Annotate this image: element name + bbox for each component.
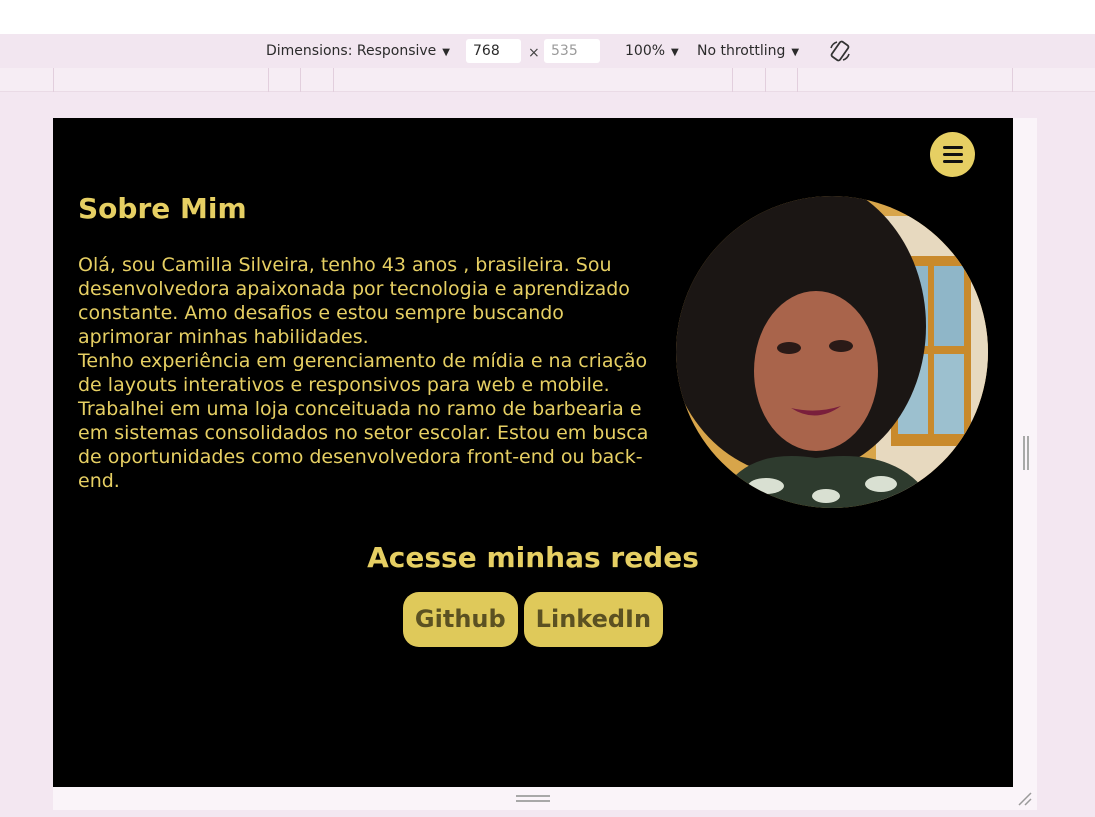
about-paragraph-intro: Olá, sou Camilla Silveira, tenho 43 anos… (78, 254, 630, 348)
rotate-icon[interactable] (828, 39, 852, 63)
ruler-marker (300, 68, 301, 92)
social-buttons: Github LinkedIn (53, 592, 1013, 647)
about-text: Olá, sou Camilla Silveira, tenho 43 anos… (78, 253, 658, 493)
resize-grip-line (516, 795, 550, 797)
hamburger-menu-icon (943, 153, 963, 156)
right-resize-handle[interactable] (1023, 436, 1029, 470)
throttling-caret-icon: ▼ (791, 47, 800, 58)
throttling-dropdown[interactable]: No throttling ▼ (697, 34, 799, 68)
menu-button[interactable] (930, 132, 975, 177)
hamburger-menu-icon (943, 146, 963, 149)
dimensions-label: Dimensions: Responsive (266, 43, 437, 59)
bottom-resize-handle[interactable] (516, 795, 550, 802)
zoom-caret-icon: ▼ (671, 47, 679, 58)
dimensions-caret-icon: ▼ (442, 47, 450, 58)
profile-photo (676, 196, 988, 508)
resize-grip-line (1023, 436, 1025, 470)
resize-grip-line (516, 800, 550, 802)
zoom-label: 100% (625, 43, 666, 59)
ruler-marker (765, 68, 766, 92)
ruler-marker (1012, 68, 1013, 92)
throttling-label: No throttling (697, 43, 786, 59)
hamburger-menu-icon (943, 160, 963, 163)
ruler-marker (53, 68, 54, 92)
ruler-marker (268, 68, 269, 92)
resize-grip-line (1027, 436, 1029, 470)
width-input[interactable]: 768 (466, 39, 521, 63)
dimension-times-symbol: × (528, 45, 540, 61)
social-section-title: Acesse minhas redes (367, 541, 699, 574)
corner-resize-icon[interactable] (1016, 790, 1034, 808)
ruler-marker (333, 68, 334, 92)
page-viewport: Sobre Mim Olá, sou Camilla Silveira, ten… (53, 118, 1013, 787)
linkedin-button[interactable]: LinkedIn (523, 592, 664, 647)
about-title: Sobre Mim (78, 192, 247, 225)
ruler-marker (732, 68, 733, 92)
github-button[interactable]: Github (402, 592, 518, 647)
media-query-ruler[interactable] (0, 68, 1095, 92)
zoom-dropdown[interactable]: 100% ▼ (625, 34, 679, 68)
device-toolbar: Dimensions: Responsive ▼ 768 × 535 100% ▼ … (0, 34, 1095, 68)
ruler-marker (797, 68, 798, 92)
dimensions-dropdown[interactable]: Dimensions: Responsive ▼ (266, 34, 450, 68)
height-input[interactable]: 535 (544, 39, 600, 63)
browser-top-area (0, 0, 1095, 34)
about-paragraph-experience: Tenho experiência em gerenciamento de mí… (78, 350, 649, 492)
